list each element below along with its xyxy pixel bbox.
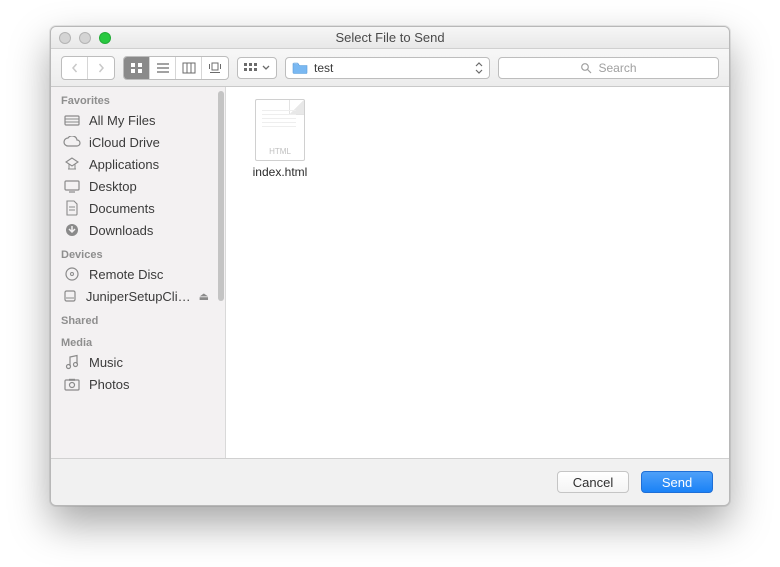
sidebar-item-label: Documents (89, 201, 155, 216)
search-placeholder: Search (598, 61, 636, 75)
search-field[interactable]: Search (498, 57, 719, 79)
titlebar: Select File to Send (51, 27, 729, 49)
desktop-icon (63, 178, 81, 194)
music-icon (63, 354, 81, 370)
folder-icon (292, 61, 308, 74)
sidebar-item-label: Applications (89, 157, 159, 172)
remote-disc-icon (63, 266, 81, 282)
view-list-button[interactable] (150, 57, 176, 79)
dialog-body: Favorites All My Files iCloud Drive Applica… (51, 87, 729, 459)
sidebar-item[interactable]: JuniperSetupCli… ⏏ (51, 285, 219, 307)
minimize-icon[interactable] (79, 32, 91, 44)
sidebar-section-label: Favorites (51, 87, 219, 109)
view-coverflow-button[interactable] (202, 57, 228, 79)
path-selector[interactable]: test (285, 57, 490, 79)
close-icon[interactable] (59, 32, 71, 44)
eject-icon[interactable]: ⏏ (199, 290, 209, 303)
toolbar: test Search (51, 49, 729, 87)
file-item[interactable]: HTML index.html (244, 99, 316, 179)
forward-button[interactable] (88, 57, 114, 79)
chevron-down-icon (262, 65, 270, 71)
downloads-icon (63, 222, 81, 238)
sidebar-item[interactable]: Desktop (51, 175, 219, 197)
file-open-dialog: Select File to Send (50, 26, 730, 506)
sidebar-item[interactable]: Documents (51, 197, 219, 219)
sidebar-item-label: JuniperSetupCli… (86, 289, 191, 304)
sidebar-item[interactable]: Downloads (51, 219, 219, 241)
disk-icon (63, 288, 78, 304)
sidebar-item-label: All My Files (89, 113, 155, 128)
send-button[interactable]: Send (641, 471, 713, 493)
sidebar-section-label: Devices (51, 241, 219, 263)
sidebar-item-label: Downloads (89, 223, 153, 238)
search-icon (580, 62, 592, 74)
window-title: Select File to Send (335, 30, 444, 45)
sidebar: Favorites All My Files iCloud Drive Applica… (51, 87, 226, 458)
applications-icon (63, 156, 81, 172)
sidebar-item[interactable]: All My Files (51, 109, 219, 131)
file-type-badge: HTML (269, 147, 291, 156)
sidebar-item[interactable]: iCloud Drive (51, 131, 219, 153)
cancel-button[interactable]: Cancel (557, 471, 629, 493)
zoom-icon[interactable] (99, 32, 111, 44)
photos-icon (63, 376, 81, 392)
file-area[interactable]: HTML index.html (226, 87, 729, 458)
traffic-lights (59, 32, 111, 44)
back-button[interactable] (62, 57, 88, 79)
view-icons-button[interactable] (124, 57, 150, 79)
sidebar-item[interactable]: Applications (51, 153, 219, 175)
sidebar-item-label: Photos (89, 377, 129, 392)
sidebar-section-label: Shared (51, 307, 219, 329)
nav-buttons (61, 56, 115, 80)
updown-icon (475, 62, 483, 74)
icloud-icon (63, 134, 81, 150)
arrange-button[interactable] (237, 57, 277, 79)
sidebar-item[interactable]: Photos (51, 373, 219, 395)
sidebar-section-label: Media (51, 329, 219, 351)
documents-icon (63, 200, 81, 216)
sidebar-item[interactable]: Music (51, 351, 219, 373)
all-my-files-icon (63, 112, 81, 128)
file-label: index.html (253, 165, 308, 179)
sidebar-item-label: iCloud Drive (89, 135, 160, 150)
sidebar-item-label: Music (89, 355, 123, 370)
view-columns-button[interactable] (176, 57, 202, 79)
sidebar-item-label: Desktop (89, 179, 137, 194)
sidebar-item-label: Remote Disc (89, 267, 163, 282)
view-mode-buttons (123, 56, 229, 80)
dialog-footer: Cancel Send (51, 459, 729, 505)
path-label: test (314, 61, 333, 75)
sidebar-item[interactable]: Remote Disc (51, 263, 219, 285)
html-file-icon: HTML (255, 99, 305, 161)
